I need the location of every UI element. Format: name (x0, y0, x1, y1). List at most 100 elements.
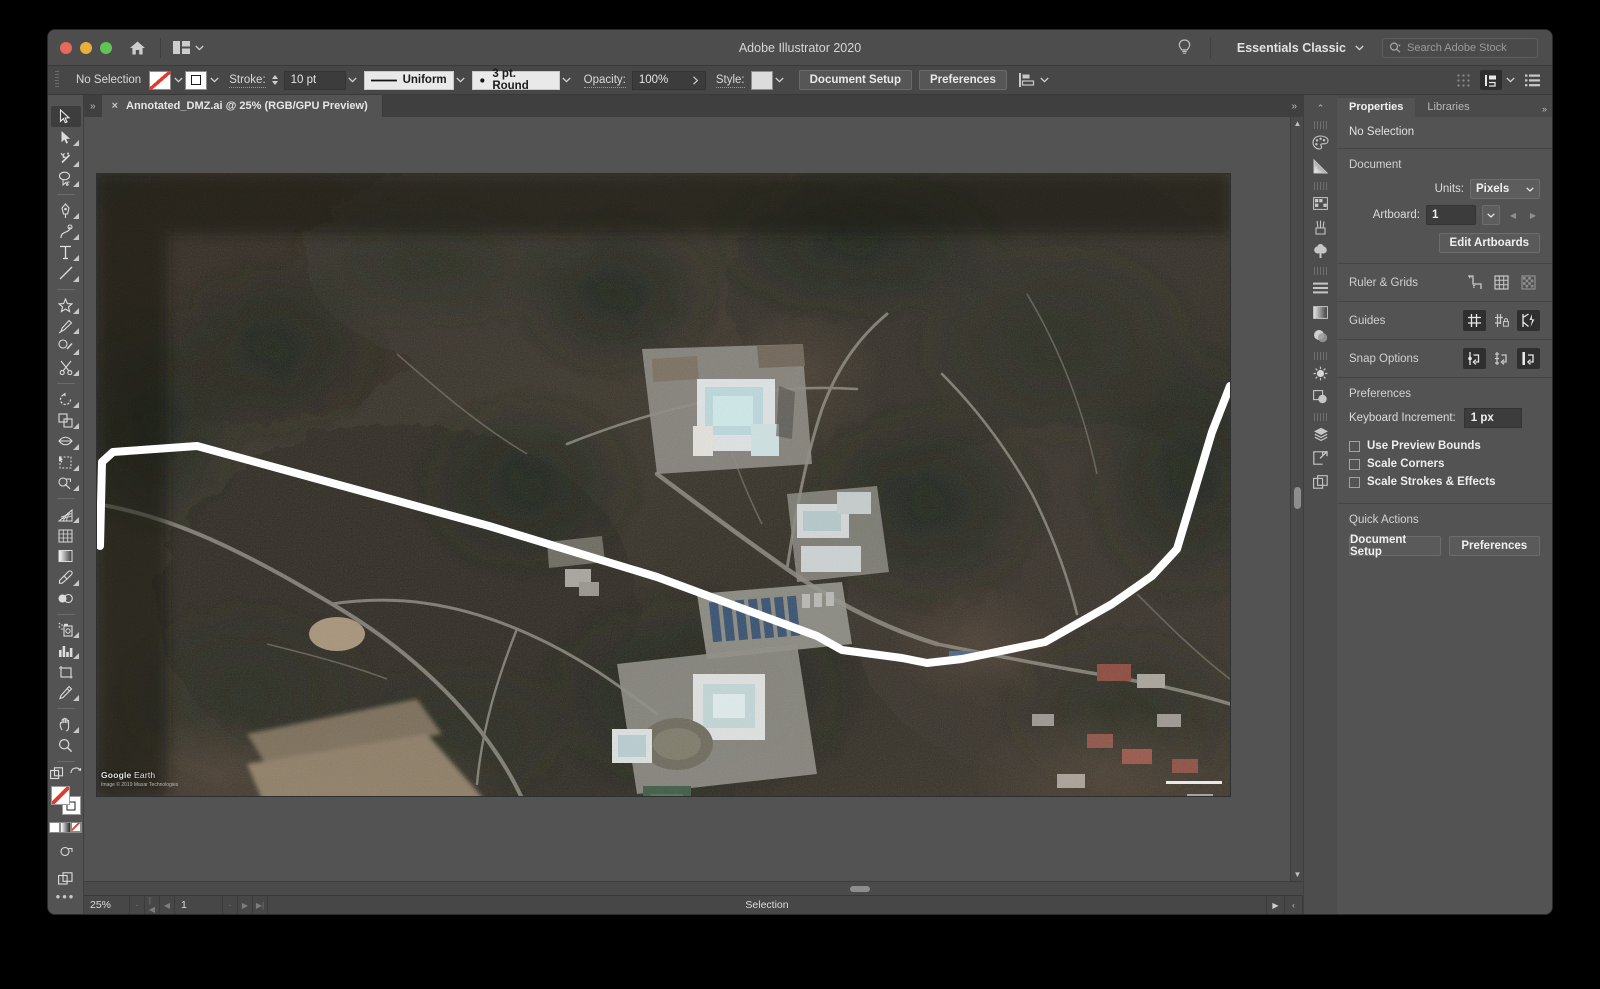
fill-and-stroke-indicator[interactable] (50, 785, 81, 816)
search-adobe-stock-input[interactable]: Search Adobe Stock (1382, 37, 1538, 58)
line-segment-tool[interactable] (51, 263, 81, 284)
stroke-color-swatch[interactable] (185, 70, 208, 90)
stroke-weight-input[interactable]: 10 pt (283, 70, 346, 90)
show-transparency-grid-icon[interactable] (1517, 272, 1540, 293)
status-resize-grip[interactable]: ‹ (1285, 895, 1303, 914)
scale-corners-checkbox[interactable] (1349, 458, 1360, 470)
lock-guides-icon[interactable] (1490, 310, 1513, 331)
pathfinder-panel-icon[interactable] (1308, 385, 1334, 409)
workspace-switcher[interactable]: Essentials Classic (1223, 41, 1372, 55)
symbols-panel-icon[interactable] (1308, 239, 1334, 263)
tab-properties[interactable]: Properties (1337, 98, 1416, 117)
fill-color-swatch[interactable] (149, 70, 172, 90)
free-transform-tool[interactable] (51, 452, 81, 473)
close-window-button[interactable] (60, 41, 72, 54)
scale-strokes-effects-row[interactable]: Scale Strokes & Effects (1337, 473, 1552, 491)
tools-overflow-button[interactable]: ••• (56, 889, 76, 904)
shaper-tool[interactable] (51, 336, 81, 357)
artboard-select-caret[interactable] (1482, 205, 1500, 225)
next-artboard-button[interactable]: ▶ (1526, 205, 1540, 225)
arrange-documents-button[interactable] (173, 41, 204, 54)
brushes-panel-icon[interactable] (1308, 215, 1334, 239)
canvas-vertical-scrollbar[interactable]: ▲ ▼ (1290, 117, 1303, 881)
gradient-tool[interactable] (51, 546, 81, 567)
curvature-tool[interactable] (51, 221, 81, 242)
last-artboard-button[interactable]: ▶| (253, 895, 268, 914)
brush-definition-select[interactable]: 3 pt. Round (471, 68, 560, 92)
shape-builder-tool[interactable] (51, 473, 81, 494)
mesh-tool[interactable] (51, 525, 81, 546)
perspective-grid-tool[interactable] (51, 504, 81, 525)
symbol-sprayer-tool[interactable] (51, 620, 81, 641)
chevron-down-icon[interactable] (1506, 77, 1515, 83)
opacity-label[interactable]: Opacity: (574, 74, 632, 88)
artboard-canvas[interactable]: Google Earth Image © 2019 Maxar Technolo… (97, 174, 1230, 796)
snap-to-point-icon[interactable] (1463, 348, 1486, 369)
artboard-tool[interactable] (51, 661, 81, 682)
swatches-panel-icon[interactable] (1308, 191, 1334, 215)
color-mode-button[interactable] (49, 822, 60, 834)
eyedropper-tool[interactable] (51, 567, 81, 588)
edit-artboards-button[interactable]: Edit Artboards (1438, 233, 1540, 253)
minimize-window-button[interactable] (80, 41, 92, 54)
stroke-profile-select[interactable]: Uniform (363, 70, 454, 90)
scissors-tool[interactable] (51, 357, 81, 378)
scroll-up-arrow[interactable]: ▲ (1291, 117, 1303, 130)
lasso-tool[interactable] (51, 169, 81, 190)
scale-tool[interactable] (51, 410, 81, 431)
canvas-viewport[interactable]: Google Earth Image © 2019 Maxar Technolo… (84, 117, 1303, 881)
stroke-weight-label[interactable]: Stroke: (221, 74, 269, 88)
align-dropdown[interactable] (1018, 73, 1049, 87)
width-tool[interactable] (51, 431, 81, 452)
paintbrush-tool[interactable] (51, 316, 81, 337)
blend-tool[interactable] (51, 588, 81, 609)
scale-strokes-effects-checkbox[interactable] (1349, 476, 1360, 488)
close-icon[interactable]: × (112, 100, 118, 112)
panel-menu-icon[interactable]: » (1542, 104, 1552, 117)
appearance-panel-icon[interactable] (1308, 324, 1334, 348)
fill-dropdown-caret[interactable] (171, 71, 185, 90)
tabstrip-right-grip[interactable]: » (1285, 95, 1303, 117)
rotate-tool[interactable] (51, 389, 81, 410)
fill-swatch-large[interactable] (50, 785, 70, 805)
reset-swap-icon[interactable] (69, 767, 82, 779)
maximize-window-button[interactable] (100, 41, 112, 54)
stroke-weight-stepper[interactable] (270, 71, 281, 90)
keyboard-increment-input[interactable]: 1 px (1463, 408, 1522, 428)
artboards-panel-icon[interactable] (1308, 470, 1334, 494)
direct-selection-tool[interactable] (51, 127, 81, 148)
snap-to-pixel-icon[interactable] (1517, 348, 1540, 369)
snap-to-glyph-button[interactable] (1480, 70, 1502, 90)
expand-panels-icon[interactable]: ⌃ (1317, 103, 1325, 114)
slice-tool[interactable] (51, 682, 81, 703)
layers-panel-icon[interactable] (1308, 422, 1334, 446)
stroke-profile-caret[interactable] (454, 71, 468, 90)
quick-action-document-setup[interactable]: Document Setup (1349, 534, 1441, 558)
document-tab[interactable]: × Annotated_DMZ.ai @ 25% (RGB/GPU Previe… (101, 95, 383, 117)
align-panel-icon[interactable] (1308, 276, 1334, 300)
control-bar-menu-icon[interactable] (1525, 74, 1540, 87)
artboard-number-select[interactable]: 1 (1426, 205, 1476, 225)
rectangle-tool[interactable] (51, 295, 81, 316)
home-icon[interactable] (126, 37, 148, 59)
artboard-dropdown-caret[interactable] (223, 895, 238, 914)
transparency-panel-icon[interactable] (1308, 300, 1334, 324)
smart-guides-icon[interactable] (1517, 310, 1540, 331)
status-menu-arrow[interactable]: ▶ (1267, 895, 1285, 914)
selection-tool[interactable] (50, 106, 81, 127)
artboard-number-input[interactable]: 1 (175, 895, 223, 914)
drawing-mode-button[interactable] (51, 841, 81, 862)
discover-bulb-icon[interactable] (1172, 35, 1198, 61)
opacity-input[interactable]: 100% (631, 70, 706, 90)
zoom-dropdown-caret[interactable] (130, 895, 145, 914)
scale-corners-row[interactable]: Scale Corners (1337, 455, 1552, 473)
document-setup-button[interactable]: Document Setup (798, 70, 912, 90)
previous-artboard-button[interactable]: ◀ (160, 895, 175, 914)
control-bar-grip[interactable] (52, 71, 62, 89)
scroll-down-arrow[interactable]: ▼ (1291, 868, 1303, 881)
gradient-mode-button[interactable] (60, 822, 71, 834)
brush-definition-caret[interactable] (560, 71, 574, 90)
tabstrip-left-grip[interactable]: » (84, 95, 102, 117)
none-mode-button[interactable] (71, 822, 82, 834)
stroke-panel-icon[interactable] (1308, 361, 1334, 385)
